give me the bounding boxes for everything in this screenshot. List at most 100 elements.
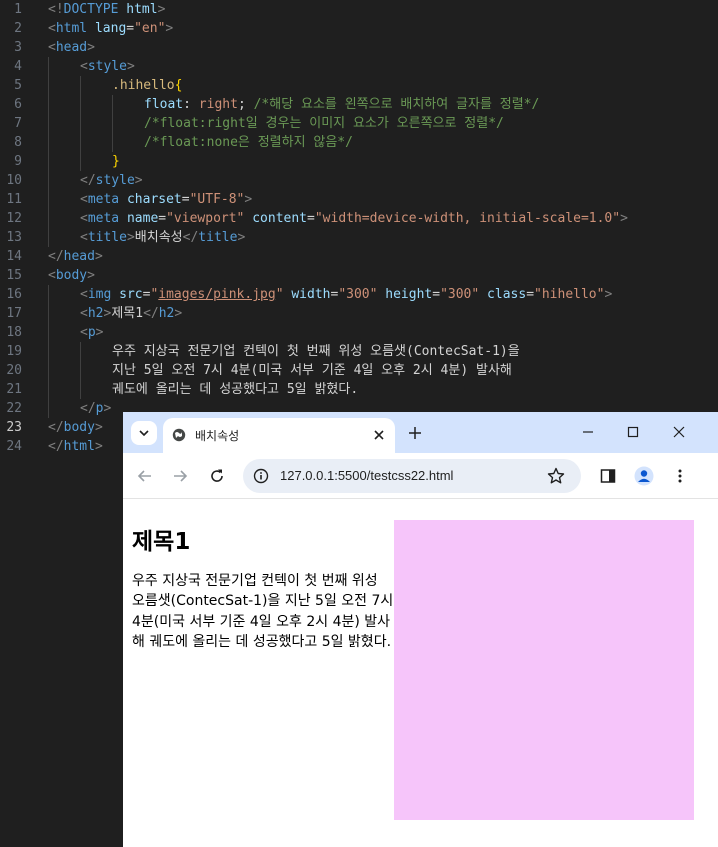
code-line[interactable]: 13 <title>배치속성</title> [0, 228, 718, 247]
url-text[interactable]: 127.0.0.1:5500/testcss22.html [280, 468, 453, 483]
code-line[interactable]: 11 <meta charset="UTF-8"> [0, 190, 718, 209]
code-token: : [183, 97, 199, 112]
side-panel-icon[interactable] [596, 464, 620, 488]
code-line[interactable]: 7 /*float:right일 경우는 이미지 요소가 오른쪽으로 정렬*/ [0, 114, 718, 133]
page-paragraph: 우주 지상국 전문기업 컨텍이 첫 번째 위성 오름샛(ContecSat-1)… [132, 573, 394, 651]
line-number: 18 [6, 325, 22, 340]
code-token: name [126, 211, 159, 226]
star-icon[interactable] [547, 467, 565, 485]
code-line[interactable]: 21 궤도에 올리는 데 성공했다고 5일 밝혔다. [0, 380, 718, 399]
code-text: <h2>제목1</h2> [80, 304, 182, 323]
code-text: <img src="images/pink.jpg" width="300" h… [80, 285, 612, 304]
code-token: </ [143, 306, 159, 321]
code-token: " [275, 287, 284, 302]
code-line[interactable]: 20 지난 5일 오전 7시 4분(미국 서부 기준 4일 오후 2시 4분) 발… [0, 361, 718, 380]
code-line[interactable]: 19 우주 지상국 전문기업 컨텍이 첫 번째 위성 오름샛(ContecSat-… [0, 342, 718, 361]
code-token: < [80, 230, 88, 245]
code-token: src [119, 287, 143, 302]
code-token: > [87, 40, 95, 55]
code-line[interactable]: 12 <meta name="viewport" content="width=d… [0, 209, 718, 228]
plus-icon[interactable] [405, 423, 425, 443]
code-line[interactable]: 14 </head> [0, 247, 718, 266]
profile-icon[interactable] [632, 464, 656, 488]
code-token: </ [48, 249, 64, 264]
close-icon[interactable] [370, 426, 388, 444]
code-token: > [94, 420, 103, 435]
code-line[interactable]: 3 <head> [0, 38, 718, 57]
page-heading: 제목1 [132, 529, 191, 555]
code-token: html [126, 2, 158, 17]
code-token: images/pink.jpg [158, 287, 276, 302]
code-line[interactable]: 18 <p> [0, 323, 718, 342]
code-token: > [165, 21, 174, 36]
code-text: <title>배치속성</title> [80, 228, 245, 247]
code-token: p [87, 325, 96, 340]
page-viewport[interactable]: 제목1 우주 지상국 전문기업 컨텍이 첫 번째 위성 오름샛(ContecSa… [123, 500, 718, 847]
minimize-icon[interactable] [578, 422, 598, 442]
code-token: class [487, 287, 527, 302]
browser-tab[interactable]: 배치속성 [163, 418, 395, 453]
code-line[interactable]: 16 <img src="images/pink.jpg" width="300"… [0, 285, 718, 304]
code-line[interactable]: 4 <style> [0, 57, 718, 76]
line-number: 1 [14, 2, 22, 17]
arrow-right-icon[interactable] [168, 464, 192, 488]
code-token: 지난 5일 오전 7시 4분(미국 서부 기준 4일 오후 2시 4분) 발사해 [112, 363, 512, 378]
line-number: 4 [14, 59, 22, 74]
info-icon[interactable] [253, 468, 269, 484]
code-line[interactable]: 10 </style> [0, 171, 718, 190]
browser-window[interactable]: 배치속성 127.0.0.1:5500/testcss22.html 제목1 우… [123, 412, 718, 847]
line-number: 19 [6, 344, 22, 359]
line-number: 17 [6, 306, 22, 321]
code-text: </html> [48, 437, 103, 456]
code-token: right [198, 97, 238, 112]
reload-icon[interactable] [205, 464, 229, 488]
code-line[interactable]: 1 <!DOCTYPE html> [0, 0, 718, 19]
code-token: head [63, 249, 95, 264]
line-number: 16 [6, 287, 22, 302]
chevron-down-icon[interactable] [131, 421, 157, 445]
code-token: title [87, 230, 127, 245]
more-vert-icon[interactable] [668, 464, 692, 488]
code-token: "en" [134, 21, 166, 36]
code-token: > [157, 2, 166, 17]
address-bar[interactable]: 127.0.0.1:5500/testcss22.html [243, 459, 581, 493]
code-token: </ [80, 401, 96, 416]
line-number: 23 [6, 420, 22, 435]
code-token: < [80, 59, 88, 74]
line-number: 20 [6, 363, 22, 378]
code-text: 지난 5일 오전 7시 4분(미국 서부 기준 4일 오후 2시 4분) 발사해 [112, 361, 512, 380]
code-token: > [87, 268, 95, 283]
code-token: body [63, 420, 95, 435]
line-number: 2 [14, 21, 22, 36]
code-text: 궤도에 올리는 데 성공했다고 5일 밝혔다. [112, 380, 358, 399]
code-line[interactable]: 9} [0, 152, 718, 171]
code-line[interactable]: 5 .hihello{ [0, 76, 718, 95]
code-text: float: right; /*해당 요소를 왼쪽으로 배치하여 글자를 정렬*… [144, 95, 539, 114]
code-token: ; [237, 97, 254, 112]
line-number: 8 [14, 135, 22, 150]
code-token: } [112, 154, 120, 169]
code-token: "viewport" [166, 211, 245, 226]
code-line[interactable]: 6 float: right; /*해당 요소를 왼쪽으로 배치하여 글자를 정렬… [0, 95, 718, 114]
line-number: 14 [6, 249, 22, 264]
code-line[interactable]: 17 <h2>제목1</h2> [0, 304, 718, 323]
code-line[interactable]: 15 <body> [0, 266, 718, 285]
code-token: "hihello" [534, 287, 605, 302]
close-window-icon[interactable] [669, 422, 689, 442]
code-text: <p> [80, 323, 103, 342]
code-line[interactable]: 8 /*float:none은 정렬하지 않음*/ [0, 133, 718, 152]
code-token: content [252, 211, 308, 226]
arrow-left-icon[interactable] [133, 464, 157, 488]
code-token: { [174, 78, 183, 93]
code-token: > [95, 325, 104, 340]
code-text: </body> [48, 418, 103, 437]
code-token: height [385, 287, 433, 302]
code-token: > [237, 230, 246, 245]
code-text: </p> [80, 399, 111, 418]
code-token: = [181, 192, 190, 207]
code-text: <meta charset="UTF-8"> [80, 190, 252, 209]
maximize-icon[interactable] [623, 422, 643, 442]
code-line[interactable]: 2 <html lang="en"> [0, 19, 718, 38]
